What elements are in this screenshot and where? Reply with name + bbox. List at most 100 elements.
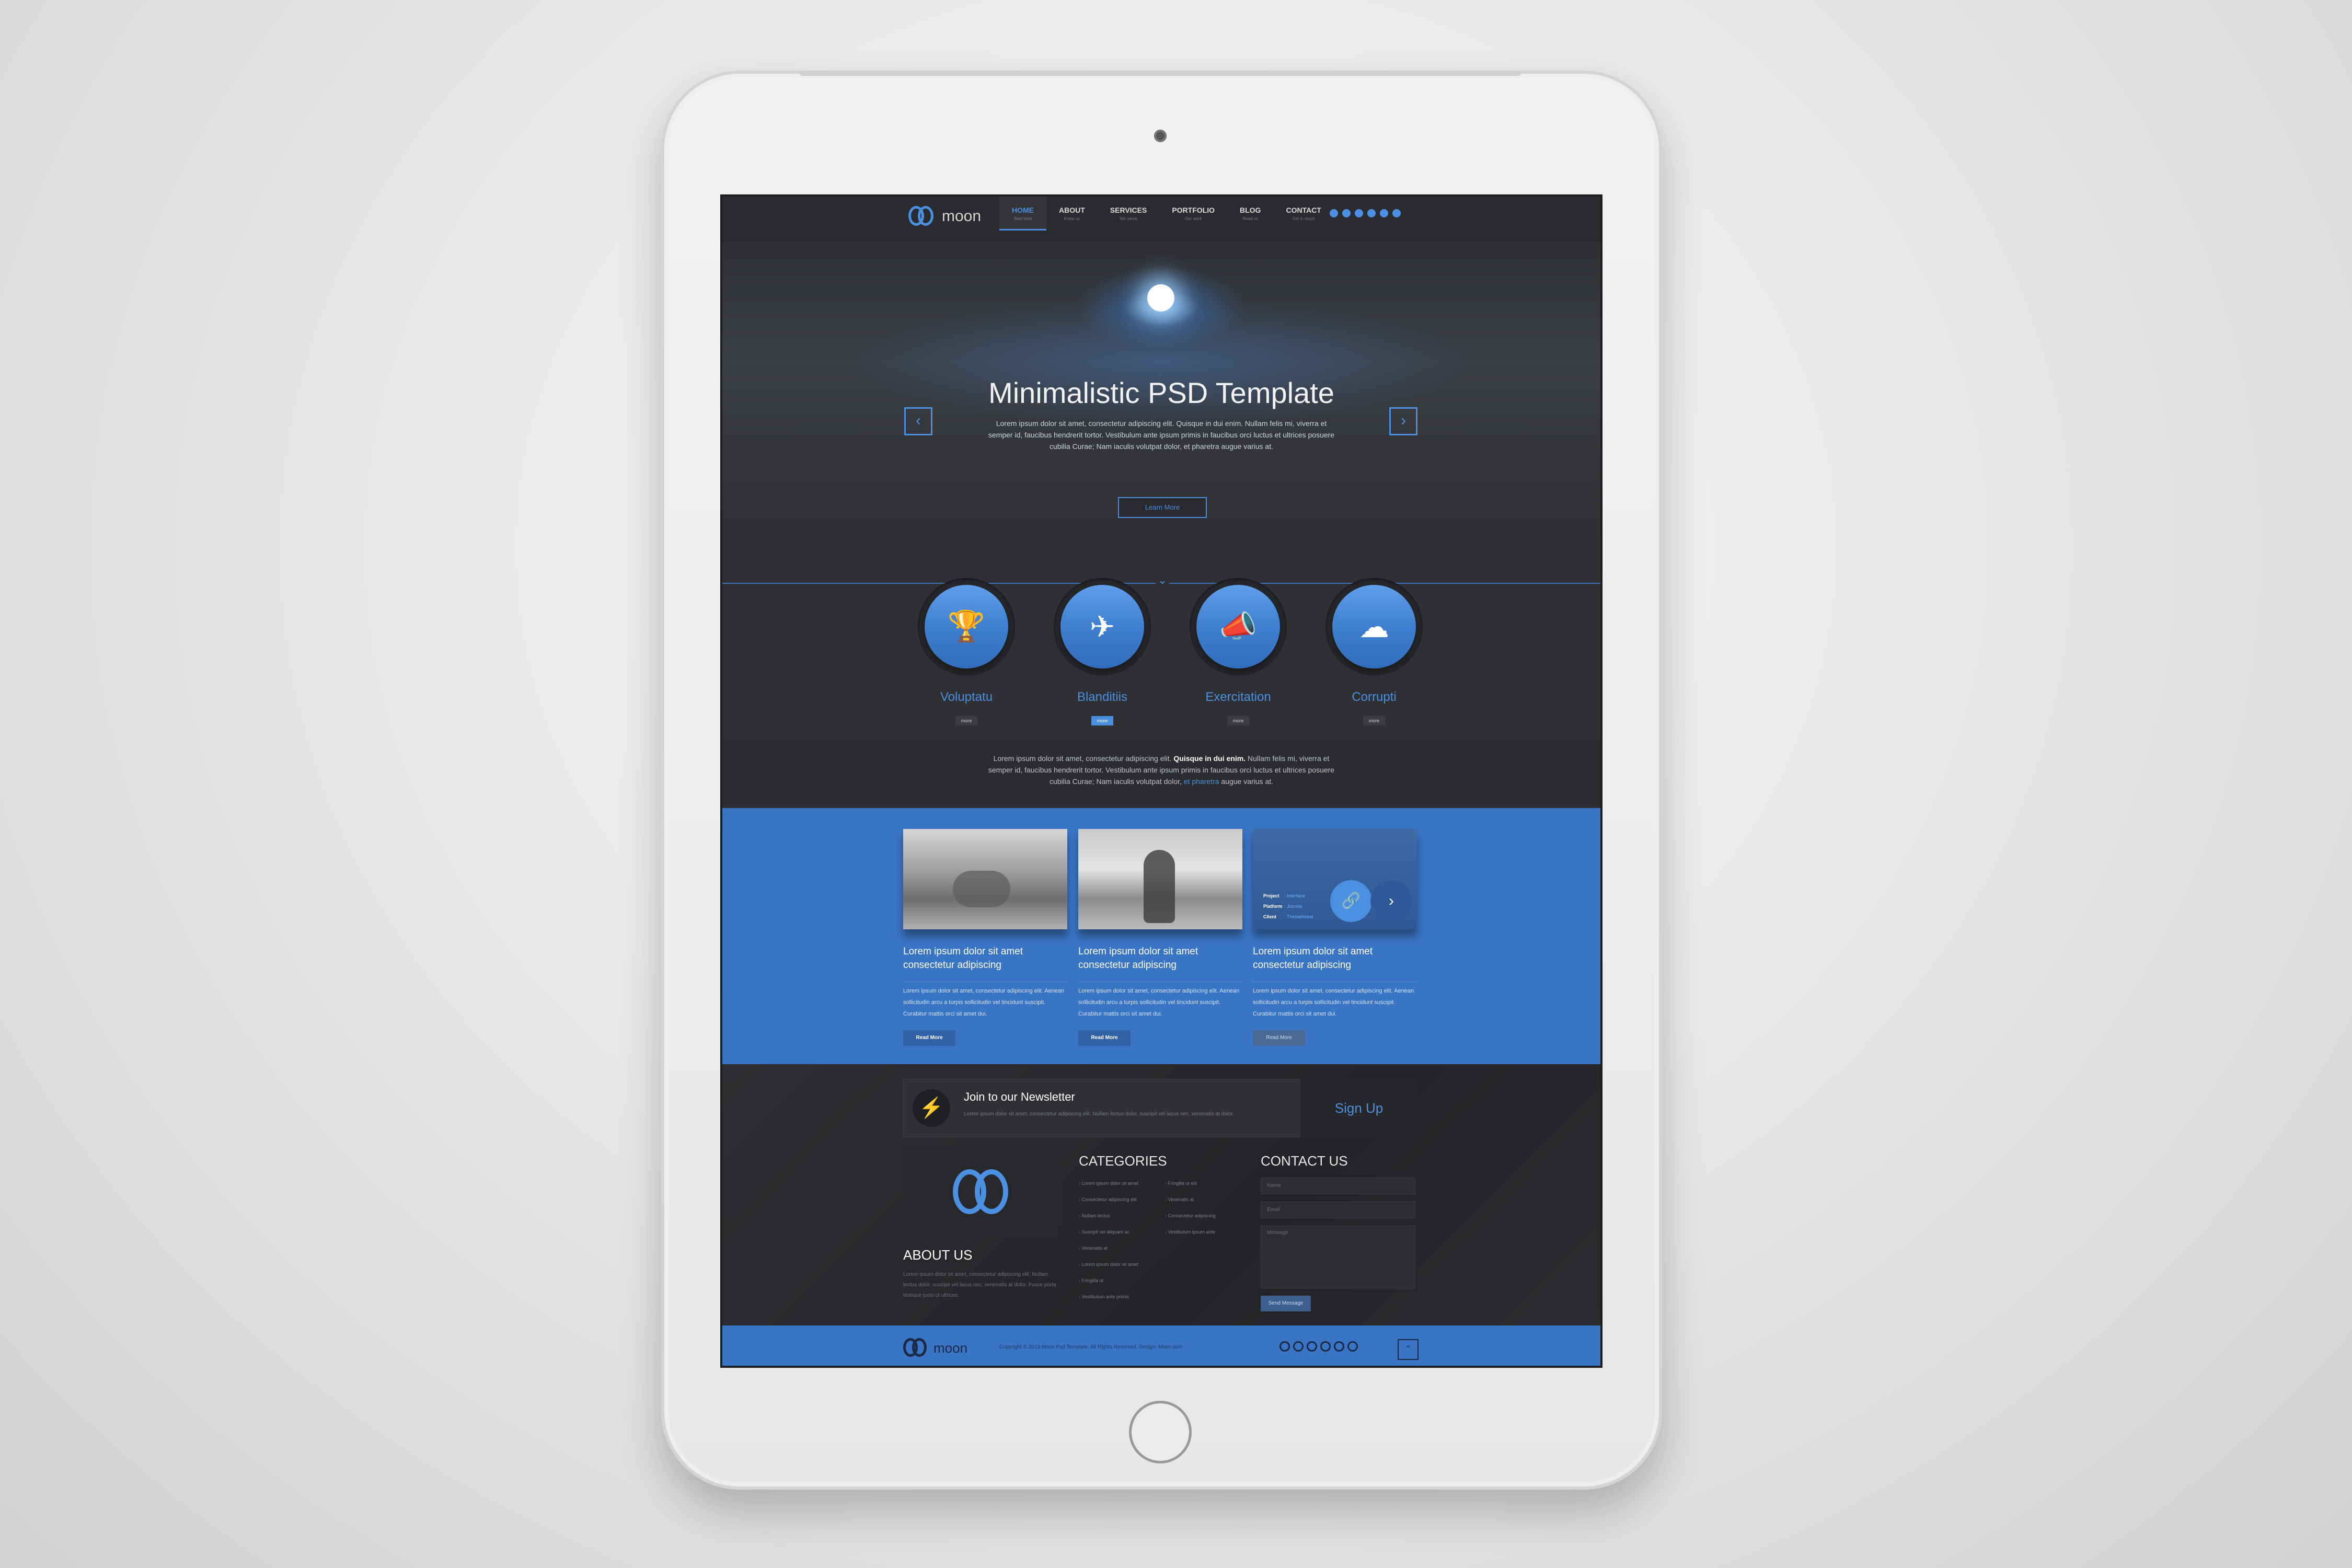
intro-link[interactable]: et pharetra [1184, 777, 1219, 786]
nav-portfolio[interactable]: PORTFOLIO Our work [1159, 197, 1227, 230]
feature-title: Corrupti [1352, 690, 1397, 704]
category-link[interactable]: Venenatis at [1079, 1240, 1155, 1256]
category-link[interactable]: Nullam lectus [1079, 1208, 1155, 1224]
card-title: Lorem ipsum dolor sit amet consectetur a… [903, 946, 1023, 971]
dribbble-icon[interactable] [1380, 209, 1388, 217]
copyright-text: Copyright © 2013 Moon Psd Template. All … [999, 1344, 1183, 1350]
portfolio-card: Lorem ipsum dolor sit amet consectetur a… [903, 829, 1067, 1046]
categories-widget: CATEGORIES Lorem ipsum dolor sit amet Co… [1079, 1153, 1241, 1305]
google-plus-icon[interactable] [1307, 1341, 1317, 1352]
nav-contact[interactable]: CONTACT Get in touch [1273, 197, 1333, 230]
nav-sub: Get in touch [1292, 216, 1315, 221]
categories-column-1: Lorem ipsum dolor sit amet Consectetur a… [1079, 1175, 1155, 1305]
nav-services[interactable]: SERVICES We serve [1098, 197, 1160, 230]
nav-blog[interactable]: BLOG Read us [1227, 197, 1273, 230]
link-icon[interactable]: 🔗 [1330, 880, 1372, 922]
contact-widget: CONTACT US Name Email Message Send Messa… [1261, 1153, 1417, 1311]
read-more-button[interactable]: Read More [903, 1030, 955, 1046]
twitter-icon[interactable] [1293, 1341, 1304, 1352]
nav-home[interactable]: HOME Start here [999, 197, 1046, 230]
category-link[interactable]: Fringilla ut [1079, 1273, 1155, 1289]
portfolio-image-hover[interactable]: Project: Interface Platform: Joomla Clie… [1253, 829, 1417, 929]
about-widget: ABOUT US Lorem ipsum dolor sit amet, con… [903, 1148, 1060, 1301]
category-link[interactable]: Fringilla ut elit [1165, 1175, 1241, 1192]
read-more-button[interactable]: Read More [1078, 1030, 1131, 1046]
category-link[interactable]: Consectetur adipiscing [1165, 1208, 1241, 1224]
category-link[interactable]: Venenatis at [1165, 1192, 1241, 1208]
feature-more-button[interactable]: more [955, 716, 977, 725]
portfolio-section: Lorem ipsum dolor sit amet consectetur a… [722, 808, 1600, 1064]
twitter-icon[interactable] [1342, 209, 1351, 217]
feature-more-button[interactable]: more [1363, 716, 1385, 725]
dribbble-icon[interactable] [1334, 1341, 1344, 1352]
learn-more-button[interactable]: Learn More [1118, 497, 1207, 518]
category-link[interactable]: Vestibulum ante primis [1079, 1289, 1155, 1305]
message-field[interactable]: Message [1261, 1226, 1415, 1288]
portfolio-card: Project: Interface Platform: Joomla Clie… [1253, 829, 1417, 1046]
footer-widgets: ⚡ Join to our Newsletter Lorem ipsum dol… [722, 1064, 1600, 1325]
nav-sub: Read us [1242, 216, 1259, 221]
footer-bar: moon Copyright © 2013 Moon Psd Template.… [722, 1325, 1600, 1366]
home-button[interactable] [1129, 1401, 1192, 1463]
rss-icon[interactable] [1392, 209, 1401, 217]
sign-up-button[interactable]: Sign Up [1300, 1079, 1417, 1137]
slider-prev-button[interactable]: ‹ [904, 407, 932, 435]
email-field[interactable]: Email [1261, 1202, 1415, 1218]
logo-rings-icon [953, 1169, 1010, 1215]
google-plus-icon[interactable] [1355, 209, 1363, 217]
website-screen: moon HOME Start here ABOUT Know us SERVI… [720, 194, 1602, 1368]
chevron-right-icon[interactable]: › [1370, 880, 1412, 922]
contact-title: CONTACT US [1261, 1153, 1348, 1169]
feature-blanditiis: ✈ Blanditiis more [1047, 578, 1157, 725]
megaphone-icon[interactable]: 📣 [1196, 585, 1280, 668]
tablet-top-edge [800, 71, 1521, 76]
category-link[interactable]: Suscipit vel aliquam ac [1079, 1224, 1155, 1240]
linkedin-icon[interactable] [1320, 1341, 1331, 1352]
newsletter-box: ⚡ Join to our Newsletter Lorem ipsum dol… [903, 1079, 1417, 1137]
moon-glow [1147, 284, 1174, 312]
slider-next-button[interactable]: › [1389, 407, 1417, 435]
categories-title: CATEGORIES [1079, 1153, 1167, 1169]
feature-more-button[interactable]: more [1227, 716, 1249, 725]
nav-label: SERVICES [1110, 206, 1147, 214]
nav-sub: Our work [1184, 216, 1202, 221]
camera-icon [1154, 130, 1167, 142]
newsletter-text: Lorem ipsum dolor sit amet, consectetur … [964, 1111, 1234, 1117]
logo-rings-icon [903, 1338, 928, 1358]
facebook-icon[interactable] [1330, 209, 1338, 217]
category-link[interactable]: Consectetur adipiscing elit [1079, 1192, 1155, 1208]
nav-about[interactable]: ABOUT Know us [1046, 197, 1098, 230]
category-link[interactable]: Lorem ipsum dolor sit amet [1079, 1256, 1155, 1273]
logo-text: moon [942, 207, 982, 225]
footer-logo[interactable]: moon [903, 1338, 967, 1358]
rss-icon[interactable] [1347, 1341, 1358, 1352]
main-nav: HOME Start here ABOUT Know us SERVICES W… [999, 197, 1334, 230]
trophy-icon[interactable]: 🏆 [925, 585, 1008, 668]
categories-column-2: Fringilla ut elit Venenatis at Consectet… [1165, 1175, 1241, 1305]
portfolio-image[interactable] [903, 829, 1067, 929]
hero-slider: ‹ › Minimalistic PSD Template Lorem ipsu… [722, 241, 1600, 586]
intro-section: Lorem ipsum dolor sit amet, consectetur … [722, 740, 1600, 805]
site-logo[interactable]: moon [908, 206, 981, 227]
social-links [1330, 209, 1401, 217]
category-link[interactable]: Vestibulum ipsum ante [1165, 1224, 1241, 1240]
feature-more-button[interactable]: more [1091, 716, 1113, 725]
facebook-icon[interactable] [1279, 1341, 1290, 1352]
read-more-button[interactable]: Read More [1253, 1030, 1305, 1046]
portfolio-card: Lorem ipsum dolor sit amet consectetur a… [1078, 829, 1242, 1046]
portfolio-image[interactable] [1078, 829, 1242, 929]
name-field[interactable]: Name [1261, 1178, 1415, 1194]
footer-social-links [1279, 1341, 1358, 1352]
nav-label: HOME [1012, 206, 1034, 214]
site-header: moon HOME Start here ABOUT Know us SERVI… [722, 197, 1600, 241]
intro-text: Lorem ipsum dolor sit amet, consectetur … [988, 754, 1335, 786]
airplane-icon[interactable]: ✈ [1060, 585, 1144, 668]
cloud-icon[interactable]: ☁ [1332, 585, 1416, 668]
linkedin-icon[interactable] [1367, 209, 1376, 217]
feature-title: Blanditiis [1077, 690, 1128, 704]
nav-label: CONTACT [1286, 206, 1321, 214]
nav-sub: We serve [1120, 216, 1137, 221]
send-message-button[interactable]: Send Message [1261, 1296, 1311, 1311]
back-to-top-button[interactable]: ⌃ [1398, 1339, 1419, 1360]
category-link[interactable]: Lorem ipsum dolor sit amet [1079, 1175, 1155, 1192]
